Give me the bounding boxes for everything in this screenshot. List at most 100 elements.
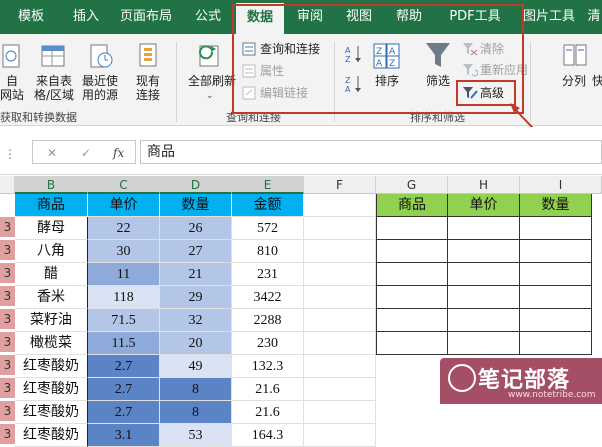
criteria-cell[interactable] bbox=[376, 263, 448, 286]
criteria-cell[interactable] bbox=[448, 217, 520, 240]
tab-more[interactable]: 清 bbox=[586, 0, 602, 34]
table-cell[interactable]: 27 bbox=[160, 240, 232, 263]
tab-formulas[interactable]: 公式 bbox=[182, 0, 234, 34]
function-icon[interactable]: fx bbox=[113, 145, 124, 161]
column-header-i[interactable]: I bbox=[520, 176, 602, 194]
table-cell[interactable]: 2.7 bbox=[88, 378, 160, 401]
table-cell[interactable]: 810 bbox=[232, 240, 304, 263]
filter-button[interactable]: 筛选 bbox=[418, 74, 458, 88]
criteria-cell[interactable] bbox=[376, 286, 448, 309]
table-cell[interactable]: 26 bbox=[160, 217, 232, 240]
criteria-header-cell[interactable]: 单价 bbox=[448, 194, 520, 217]
tab-help[interactable]: 帮助 bbox=[386, 0, 432, 34]
row-header[interactable]: 3 bbox=[0, 217, 15, 238]
table-cell[interactable]: 2.7 bbox=[88, 401, 160, 424]
reapply-button[interactable]: 重新应用 bbox=[480, 62, 528, 78]
properties-button[interactable]: 属性 bbox=[260, 63, 284, 79]
table-cell[interactable]: 红枣酸奶 bbox=[15, 355, 88, 378]
from-table-button[interactable]: 来自表 格/区域 bbox=[32, 74, 76, 102]
table-cell[interactable]: 2288 bbox=[232, 309, 304, 332]
table-cell[interactable]: 53 bbox=[160, 424, 232, 447]
table-cell[interactable]: 231 bbox=[232, 263, 304, 286]
clear-button[interactable]: 清除 bbox=[480, 41, 504, 57]
row-header[interactable]: 3 bbox=[0, 240, 15, 261]
table-cell[interactable]: 21.6 bbox=[232, 378, 304, 401]
criteria-cell[interactable] bbox=[448, 240, 520, 263]
table-cell[interactable]: 8 bbox=[160, 401, 232, 424]
queries-connections-button[interactable]: 查询和连接 bbox=[260, 41, 320, 57]
empty-cell[interactable] bbox=[304, 332, 376, 355]
criteria-cell[interactable] bbox=[376, 309, 448, 332]
existing-connections-button[interactable]: 现有 连接 bbox=[128, 74, 168, 102]
table-cell[interactable]: 香米 bbox=[15, 286, 88, 309]
table-cell[interactable]: 29 bbox=[160, 286, 232, 309]
table-cell[interactable]: 132.3 bbox=[232, 355, 304, 378]
table-cell[interactable]: 22 bbox=[88, 217, 160, 240]
column-header-d[interactable]: D bbox=[160, 176, 232, 194]
criteria-cell[interactable] bbox=[376, 240, 448, 263]
table-header-cell[interactable]: 金额 bbox=[232, 194, 304, 217]
corner-header[interactable] bbox=[0, 176, 15, 194]
cancel-icon[interactable]: ✕ bbox=[47, 145, 57, 161]
sort-button[interactable]: 排序 bbox=[368, 74, 406, 88]
table-cell[interactable]: 红枣酸奶 bbox=[15, 401, 88, 424]
column-header-e[interactable]: E bbox=[232, 176, 304, 194]
empty-cell[interactable] bbox=[304, 217, 376, 240]
tab-picture-tools[interactable]: 图片工具 bbox=[516, 0, 582, 34]
empty-cell[interactable] bbox=[304, 424, 376, 447]
row-header[interactable]: 3 bbox=[0, 332, 15, 353]
enter-icon[interactable]: ✓ bbox=[81, 145, 91, 161]
from-web-button[interactable]: 自网站 bbox=[0, 74, 24, 102]
table-cell[interactable]: 21.6 bbox=[232, 401, 304, 424]
criteria-cell[interactable] bbox=[376, 332, 448, 355]
criteria-cell[interactable] bbox=[520, 332, 592, 355]
table-cell[interactable]: 20 bbox=[160, 332, 232, 355]
tab-pdf-tools[interactable]: PDF工具 bbox=[440, 0, 510, 34]
column-header-b[interactable]: B bbox=[15, 176, 88, 194]
table-cell[interactable]: 2.7 bbox=[88, 355, 160, 378]
criteria-cell[interactable] bbox=[520, 309, 592, 332]
row-header[interactable]: 3 bbox=[0, 355, 15, 376]
table-cell[interactable]: 橄榄菜 bbox=[15, 332, 88, 355]
criteria-cell[interactable] bbox=[448, 332, 520, 355]
table-cell[interactable]: 32 bbox=[160, 309, 232, 332]
table-cell[interactable]: 11 bbox=[88, 263, 160, 286]
table-header-cell[interactable]: 商品 bbox=[15, 194, 88, 217]
column-header-c[interactable]: C bbox=[88, 176, 160, 194]
table-cell[interactable]: 8 bbox=[160, 378, 232, 401]
advanced-filter-button[interactable]: 高级 bbox=[480, 85, 504, 101]
refresh-all-button[interactable]: 全部刷新 bbox=[184, 74, 240, 88]
criteria-header-cell[interactable]: 数量 bbox=[520, 194, 592, 217]
table-cell[interactable]: 21 bbox=[160, 263, 232, 286]
criteria-cell[interactable] bbox=[448, 309, 520, 332]
empty-cell[interactable] bbox=[304, 401, 376, 424]
table-cell[interactable]: 3.1 bbox=[88, 424, 160, 447]
row-header[interactable]: 3 bbox=[0, 309, 15, 330]
criteria-cell[interactable] bbox=[448, 286, 520, 309]
table-cell[interactable]: 红枣酸奶 bbox=[15, 378, 88, 401]
table-cell[interactable]: 572 bbox=[232, 217, 304, 240]
empty-cell[interactable] bbox=[304, 286, 376, 309]
formula-input[interactable]: 商品 bbox=[140, 140, 602, 164]
empty-cell[interactable] bbox=[304, 355, 376, 378]
empty-cell[interactable] bbox=[304, 240, 376, 263]
row-header[interactable]: 3 bbox=[0, 424, 15, 445]
text-to-columns-button[interactable]: 分列 bbox=[556, 74, 592, 88]
edit-links-button[interactable]: 编辑链接 bbox=[260, 85, 308, 101]
criteria-header-cell[interactable]: 商品 bbox=[376, 194, 448, 217]
table-cell[interactable]: 红枣酸奶 bbox=[15, 424, 88, 447]
tab-template[interactable]: 模板 bbox=[0, 0, 62, 34]
criteria-cell[interactable] bbox=[520, 240, 592, 263]
tab-page-layout[interactable]: 页面布局 bbox=[110, 0, 182, 34]
row-header[interactable]: 3 bbox=[0, 286, 15, 307]
refresh-dropdown-chevron-icon[interactable]: ⌄ bbox=[206, 88, 214, 104]
tab-view[interactable]: 视图 bbox=[336, 0, 382, 34]
column-header-f[interactable]: F bbox=[304, 176, 376, 194]
criteria-cell[interactable] bbox=[376, 217, 448, 240]
tab-data[interactable]: 数据 bbox=[236, 3, 284, 34]
row-header[interactable]: 3 bbox=[0, 378, 15, 399]
recent-sources-button[interactable]: 最近使 用的源 bbox=[78, 74, 122, 102]
table-header-cell[interactable]: 单价 bbox=[88, 194, 160, 217]
flash-fill-button[interactable]: 快 bbox=[592, 74, 602, 88]
criteria-cell[interactable] bbox=[448, 263, 520, 286]
